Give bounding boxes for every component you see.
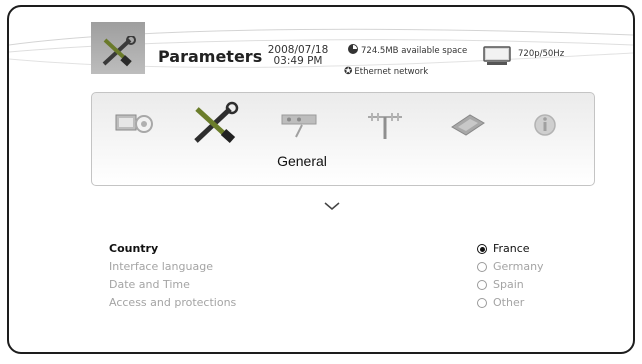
option-label: France (493, 242, 530, 255)
chip-icon (451, 114, 485, 136)
radio-selected-icon (477, 244, 487, 254)
settings-item-country[interactable]: Country (109, 240, 236, 258)
tab-tv-settings[interactable] (110, 105, 164, 153)
disk-space-text: 724.5MB available space (361, 46, 468, 56)
settings-item-date-time[interactable]: Date and Time (109, 276, 236, 294)
time-text: 03:49 PM (273, 55, 323, 67)
tv-settings-icon (115, 114, 153, 133)
category-tabs-panel: General (91, 92, 595, 186)
settings-item-access-protections[interactable]: Access and protections (109, 294, 236, 312)
disk-space-status: 724.5MB available space (348, 44, 467, 56)
network-status: ✪ Ethernet network (344, 66, 428, 77)
network-icon: ✪ (344, 66, 353, 77)
option-label: Spain (493, 278, 524, 291)
antenna-icon (368, 113, 402, 139)
settings-item-interface-language[interactable]: Interface language (109, 258, 236, 276)
country-options: France Germany Spain Other (477, 240, 544, 312)
tab-antenna[interactable] (358, 105, 412, 153)
chevron-down-icon[interactable] (324, 201, 340, 211)
info-icon (534, 114, 556, 136)
header-icon-tile (91, 22, 145, 74)
resolution-text: 720p/50Hz (518, 49, 565, 59)
page-title: Parameters (158, 47, 263, 66)
tab-hardware[interactable] (440, 105, 494, 153)
datetime: 2008/07/18 03:49 PM (263, 45, 333, 67)
option-other[interactable]: Other (477, 294, 544, 312)
radio-empty-icon (477, 298, 487, 308)
tools-icon (102, 36, 136, 67)
radio-empty-icon (477, 262, 487, 272)
settings-list: Country Interface language Date and Time… (109, 240, 236, 312)
option-label: Germany (493, 260, 544, 273)
tab-connectors[interactable] (274, 105, 328, 153)
tab-general[interactable] (188, 101, 242, 149)
disk-space-icon (348, 44, 358, 54)
app-frame: Parameters 2008/07/18 03:49 PM 724.5MB a… (7, 5, 635, 354)
option-germany[interactable]: Germany (477, 258, 544, 276)
selected-tab-label: General (277, 153, 327, 169)
radio-empty-icon (477, 280, 487, 290)
option-label: Other (493, 296, 525, 309)
network-text: Ethernet network (354, 67, 429, 77)
tab-info[interactable] (518, 105, 572, 153)
tools-icon (194, 101, 239, 143)
option-france[interactable]: France (477, 240, 544, 258)
connector-icon (281, 114, 317, 138)
tv-icon (483, 46, 511, 65)
option-spain[interactable]: Spain (477, 276, 544, 294)
